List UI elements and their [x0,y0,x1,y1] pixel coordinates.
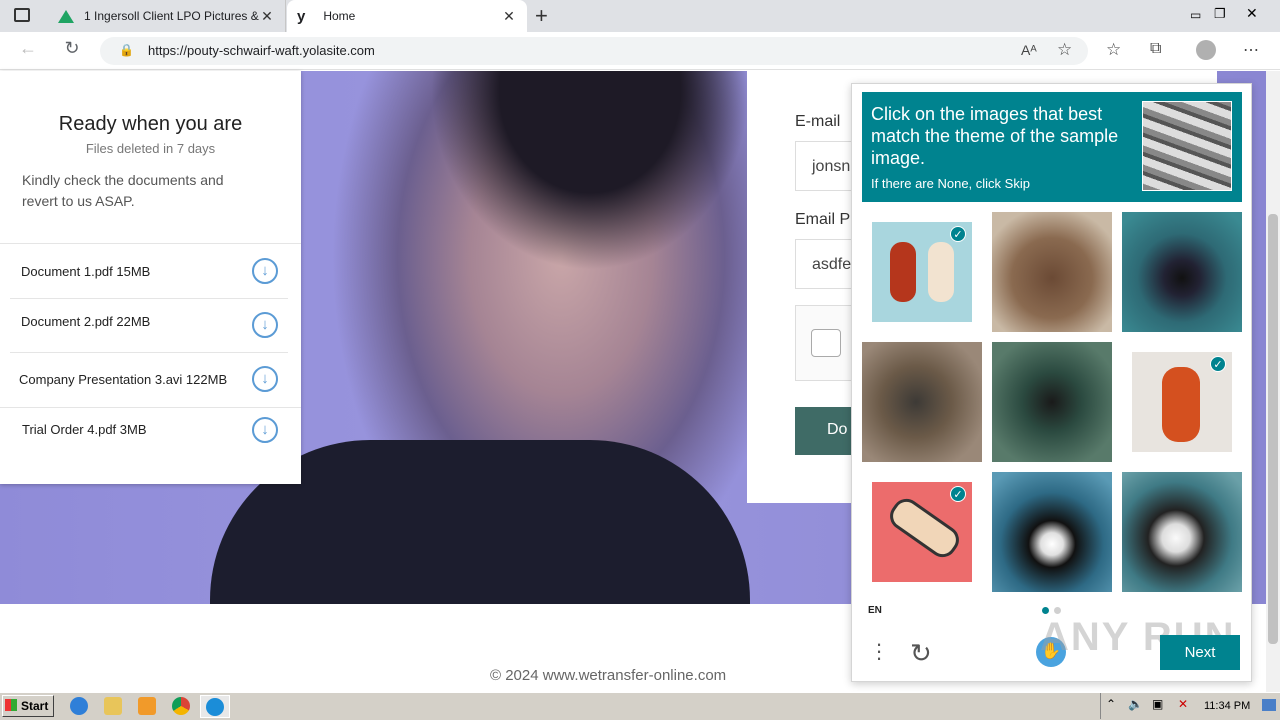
selected-check-icon: ✓ [950,226,966,242]
tab-label: Home [323,9,356,23]
captcha-tile-diver[interactable] [992,342,1112,462]
captcha-tile-bear[interactable] [992,212,1112,332]
google-drive-icon [58,9,74,23]
download-button[interactable]: Do [795,407,855,455]
captcha-menu-icon[interactable]: · · · [873,633,885,669]
language-selector[interactable]: EN [868,605,882,616]
close-window-icon[interactable]: ✕ [1246,5,1258,22]
system-tray [1100,693,1280,719]
password-field[interactable]: asdfe [795,239,855,289]
lock-icon[interactable]: 🔒 [119,43,134,57]
new-tab-button[interactable]: + [535,3,548,29]
captcha-skip-hint: If there are None, click Skip [871,176,1030,191]
page-indicator-active [1042,607,1049,614]
network-icon[interactable]: ▣ [1152,697,1163,711]
captcha-checkbox[interactable] [811,329,841,357]
taskbar [0,692,1280,720]
close-tab-icon[interactable]: ✕ [259,8,275,25]
captcha-tile-penguin-bubbles[interactable] [992,472,1112,592]
page-indicator [1054,607,1061,614]
folder-icon[interactable] [104,697,122,715]
document-name[interactable]: Company Presentation 3.avi 122MB [19,372,227,387]
email-field[interactable]: jonsn [795,141,855,191]
read-aloud-icon[interactable]: Aᴬ [1021,42,1037,58]
download-icon[interactable]: ↓ [252,366,278,392]
collections-icon[interactable]: ⧉ [1150,40,1161,58]
document-name[interactable]: Trial Order 4.pdf 3MB [22,422,147,437]
edge-icon [206,698,224,716]
copyright-text: © 2024 www.wetransfer-online.com [490,667,727,684]
restore-icon[interactable]: ❐ [1214,6,1226,22]
captcha-tile-penguin-underwater[interactable] [1122,212,1242,332]
selected-check-icon: ✓ [1210,356,1226,372]
selected-check-icon: ✓ [950,486,966,502]
captcha-tile-bear-sunglasses[interactable] [862,342,982,462]
clock: 11:34 PM [1204,700,1251,712]
favorites-icon[interactable]: ☆ [1106,40,1121,60]
captcha-tile-penguin[interactable] [1122,472,1242,592]
add-favorite-icon[interactable]: ☆ [1057,40,1072,60]
url-text[interactable]: https://pouty-schwairf-waft.yolasite.com [148,43,375,58]
minimize-icon[interactable]: ▭ [1190,8,1201,22]
shield-icon[interactable]: ✕ [1178,697,1188,711]
ie-icon[interactable] [70,697,88,715]
card-subtitle: Files deleted in 7 days [85,141,216,156]
download-icon[interactable]: ↓ [252,258,278,284]
tray-expand-icon[interactable]: ⌃ [1106,697,1116,711]
show-desktop-icon[interactable] [1262,699,1276,711]
hero-portrait-hair [430,71,750,271]
profile-avatar[interactable] [1196,40,1216,60]
tab-home[interactable]: y Home ✕ [287,0,527,32]
back-icon[interactable]: ← [14,38,42,59]
more-icon[interactable]: ⋯ [1243,40,1259,60]
tab-ingersoll[interactable]: 1 Ingersoll Client LPO Pictures & ✕ [48,0,286,32]
card-title: Ready when you are [58,113,243,135]
card-message: Kindly check the documents and revert to… [22,172,224,209]
tab-actions-icon[interactable] [14,8,30,22]
password-label: Email P [795,211,851,228]
volume-icon[interactable]: 🔈 [1128,697,1143,711]
document-name[interactable]: Document 2.pdf 22MB [21,314,150,329]
download-icon[interactable]: ↓ [252,417,278,443]
captcha-next-button[interactable]: Next [1160,635,1240,670]
refresh-icon[interactable]: ↻ [58,38,86,59]
windows-logo-icon [5,699,17,711]
tab-label: 1 Ingersoll Client LPO Pictures & [84,9,259,23]
download-icon[interactable]: ↓ [252,312,278,338]
chrome-icon[interactable] [172,697,190,715]
captcha-refresh-icon[interactable]: ↻ [910,638,932,669]
scrollbar-thumb[interactable] [1268,214,1278,644]
media-player-icon[interactable] [138,697,156,715]
email-label: E-mail [795,113,841,130]
captcha-prompt: Click on the images that best match the … [871,104,1119,168]
document-name[interactable]: Document 1.pdf 15MB [21,264,150,279]
close-tab-icon[interactable]: ✕ [501,8,517,25]
captcha-sample-image [1142,101,1232,191]
yola-icon: y [297,7,306,25]
